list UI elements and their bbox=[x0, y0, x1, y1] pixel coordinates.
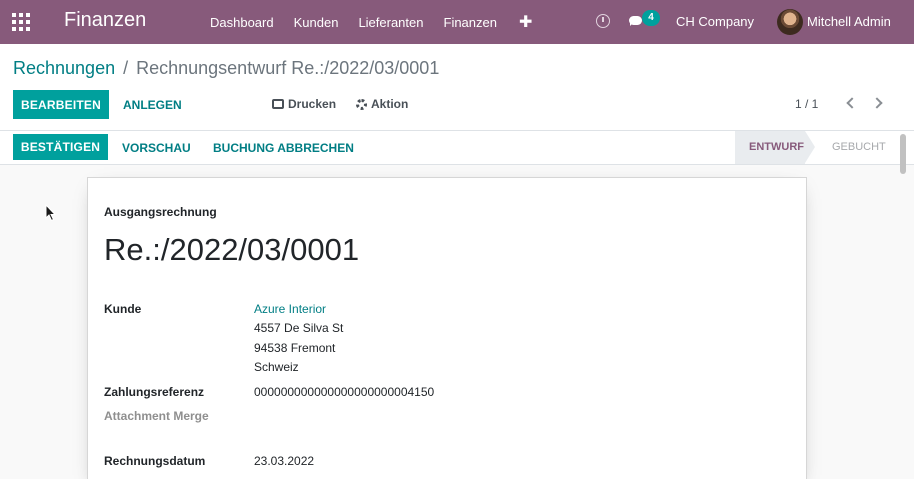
create-button[interactable]: ANLEGEN bbox=[123, 98, 182, 112]
print-button[interactable]: Drucken bbox=[272, 97, 336, 111]
breadcrumb-separator: / bbox=[123, 58, 129, 78]
cancel-entry-button[interactable]: BUCHUNG ABBRECHEN bbox=[213, 141, 354, 155]
apps-grid-icon[interactable] bbox=[12, 13, 30, 31]
scrollbar[interactable] bbox=[900, 134, 906, 174]
payment-reference-label: Zahlungsreferenz bbox=[104, 385, 205, 399]
status-step-draft: ENTWURF bbox=[735, 131, 815, 164]
status-step-posted: GEBUCHT bbox=[832, 141, 886, 153]
invoice-date-label: Rechnungsdatum bbox=[104, 454, 206, 468]
menu-item-vendors[interactable]: Lieferanten bbox=[348, 15, 433, 30]
clock-icon[interactable] bbox=[596, 14, 610, 28]
gear-icon bbox=[356, 98, 367, 110]
company-switcher[interactable]: CH Company bbox=[676, 14, 754, 29]
printer-icon bbox=[272, 99, 284, 109]
customer-city: 94538 Fremont bbox=[254, 341, 336, 355]
chevron-right-icon[interactable] bbox=[871, 97, 883, 109]
status-bar: BESTÄTIGEN VORSCHAU BUCHUNG ABBRECHEN EN… bbox=[0, 131, 914, 165]
mouse-cursor-icon bbox=[45, 204, 57, 222]
print-label: Drucken bbox=[288, 97, 337, 111]
messages-count-badge: 4 bbox=[642, 10, 660, 26]
action-label: Aktion bbox=[371, 97, 409, 111]
app-brand[interactable]: Finanzen bbox=[64, 9, 146, 32]
breadcrumb-invoices[interactable]: Rechnungen bbox=[13, 58, 115, 79]
customer-country: Schweiz bbox=[254, 360, 299, 374]
edit-button[interactable]: BEARBEITEN bbox=[13, 90, 109, 119]
plus-icon[interactable]: ✚ bbox=[507, 12, 544, 32]
customer-street: 4557 De Silva St bbox=[254, 321, 344, 335]
action-button[interactable]: Aktion bbox=[356, 97, 408, 111]
breadcrumb-current: Rechnungsentwurf Re.:/2022/03/0001 bbox=[136, 58, 440, 78]
document-number: Re.:/2022/03/0001 bbox=[104, 232, 360, 267]
top-navbar: Finanzen Dashboard Kunden Lieferanten Fi… bbox=[0, 0, 914, 44]
avatar[interactable] bbox=[777, 9, 803, 35]
control-panel: Rechnungen / Rechnungsentwurf Re.:/2022/… bbox=[0, 44, 914, 131]
payment-reference-value: 000000000000000000000004150 bbox=[254, 385, 435, 399]
chevron-left-icon[interactable] bbox=[846, 97, 858, 109]
invoice-date-value: 23.03.2022 bbox=[254, 454, 315, 468]
user-menu[interactable]: Mitchell Admin bbox=[807, 14, 891, 29]
preview-button[interactable]: VORSCHAU bbox=[122, 141, 191, 155]
confirm-button[interactable]: BESTÄTIGEN bbox=[13, 134, 108, 160]
menu-item-customers[interactable]: Kunden bbox=[284, 15, 349, 30]
customer-link[interactable]: Azure Interior bbox=[254, 302, 326, 316]
breadcrumb: Rechnungen / Rechnungsentwurf Re.:/2022/… bbox=[13, 58, 439, 79]
customer-label: Kunde bbox=[104, 302, 142, 316]
menu-item-dashboard[interactable]: Dashboard bbox=[200, 15, 284, 30]
pager-value[interactable]: 1 / 1 bbox=[795, 97, 818, 111]
menu-item-finance[interactable]: Finanzen bbox=[434, 15, 507, 30]
invoice-sheet: Ausgangsrechnung Re.:/2022/03/0001 Kunde… bbox=[87, 177, 807, 479]
main-menu: Dashboard Kunden Lieferanten Finanzen ✚ bbox=[200, 0, 544, 44]
attachment-merge-label: Attachment Merge bbox=[104, 409, 209, 423]
document-type: Ausgangsrechnung bbox=[104, 205, 217, 219]
